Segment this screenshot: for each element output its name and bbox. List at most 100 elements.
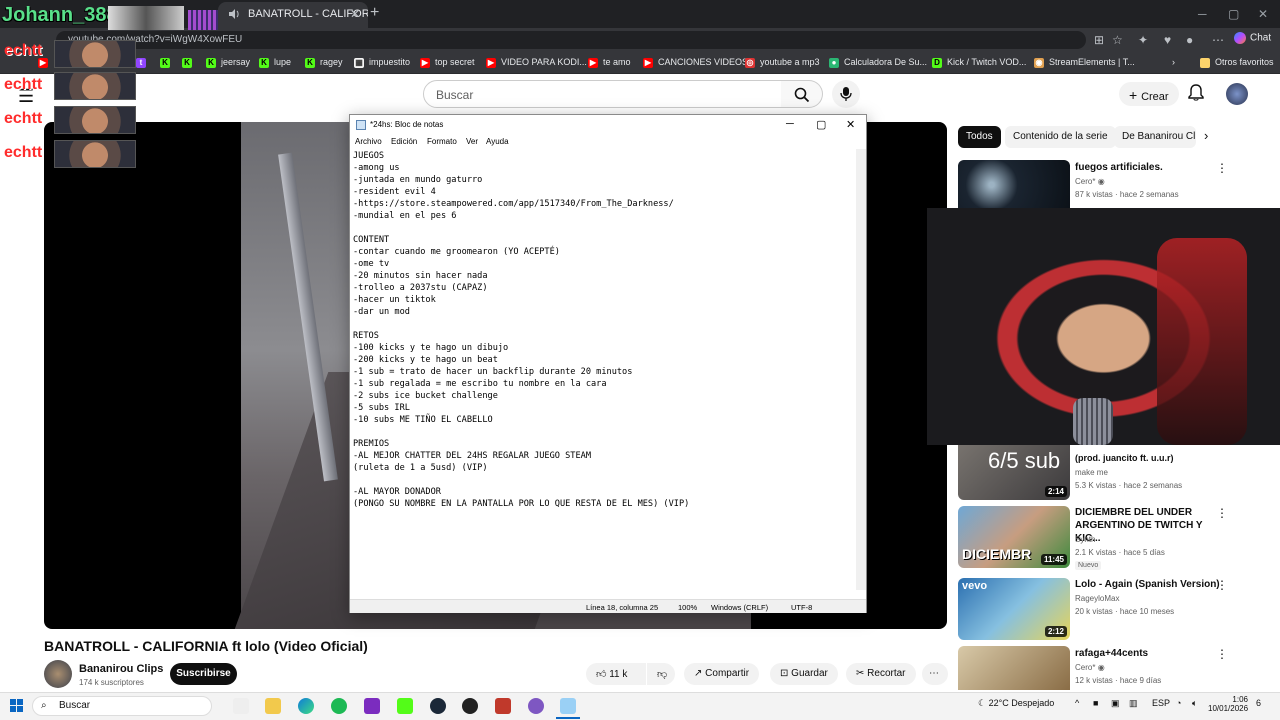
create-button[interactable]: + Crear xyxy=(1119,82,1179,106)
profile-icon[interactable]: ● xyxy=(1186,33,1193,47)
taskbar-search-input[interactable]: ⌕ Buscar xyxy=(32,696,212,716)
voice-search-button[interactable] xyxy=(832,80,860,108)
share-button[interactable]: ↗ Compartir xyxy=(684,663,760,685)
recommendation-thumbnail[interactable]: vevo 2:12 xyxy=(958,578,1070,640)
app-available-icon[interactable]: ⊞ xyxy=(1094,33,1104,47)
chip-series-content[interactable]: Contenido de la serie xyxy=(1005,126,1116,148)
spotify-icon[interactable] xyxy=(331,698,347,714)
recommendation-thumbnail[interactable] xyxy=(958,646,1070,690)
menu-ayuda[interactable]: Ayuda xyxy=(486,137,509,146)
minimize-window-button[interactable]: ─ xyxy=(1198,7,1207,21)
notifications-bell-icon[interactable] xyxy=(1188,84,1204,107)
recommendation-menu-icon[interactable]: ⋮ xyxy=(1216,578,1228,592)
notepad-title: *24hs: Bloc de notas xyxy=(370,120,444,129)
browser-essentials-icon[interactable]: ♥ xyxy=(1164,33,1171,47)
recommendation-channel[interactable]: Cero* ◉ xyxy=(1075,177,1105,186)
tray-app-icon[interactable]: ▥ xyxy=(1129,698,1138,709)
recommendation-channel[interactable]: Synth xyxy=(1075,535,1095,544)
menu-formato[interactable]: Formato xyxy=(427,137,457,146)
bookmark-ragey[interactable]: Kragey xyxy=(305,57,343,68)
menu-archivo[interactable]: Archivo xyxy=(355,137,382,146)
more-actions-icon[interactable]: ⋯ xyxy=(922,663,948,685)
recommendation-menu-icon[interactable]: ⋮ xyxy=(1216,506,1228,520)
recommendation-channel[interactable]: RageyloMax xyxy=(1075,594,1119,603)
recorder-icon[interactable] xyxy=(495,698,511,714)
clip-button[interactable]: ✂ Recortar xyxy=(846,663,916,685)
recommendation-title[interactable]: DICIEMBRE DEL UNDER ARGENTINO DE TWITCH … xyxy=(1075,506,1225,545)
tray-app-icon[interactable]: ■ xyxy=(1093,698,1098,708)
language-indicator[interactable]: ESP xyxy=(1152,698,1170,708)
recommendation-title[interactable]: rafaga+44cents xyxy=(1075,647,1225,660)
speaker-icon[interactable] xyxy=(228,8,242,22)
recommendation-title[interactable]: fuegos artificiales. xyxy=(1075,161,1225,174)
notepad-text-area[interactable]: JUEGOS -among us -juntada en mundo gatur… xyxy=(353,150,853,590)
file-explorer-icon[interactable] xyxy=(265,698,281,714)
bookmark-impuestito[interactable]: ▦ impuestito xyxy=(354,57,410,68)
windows-start-icon[interactable] xyxy=(10,699,23,717)
tray-app-icon[interactable]: ▣ xyxy=(1111,698,1120,709)
tray-overflow-icon[interactable]: ^ xyxy=(1075,698,1079,708)
notepad-minimize-button[interactable]: ─ xyxy=(786,118,794,130)
recommendation-menu-icon[interactable]: ⋮ xyxy=(1216,647,1228,661)
bookmark-canciones[interactable]: ▶ CANCIONES VIDEOS xyxy=(643,57,748,68)
recommendation-thumbnail[interactable]: DICIEMBR 11:45 xyxy=(958,506,1070,568)
overlay-chat-username: Johann_388: xyxy=(2,4,125,26)
search-input[interactable]: Buscar xyxy=(423,80,782,108)
channel-avatar[interactable] xyxy=(44,660,72,688)
close-window-button[interactable]: ✕ xyxy=(1258,7,1268,21)
extensions-icon[interactable]: ✦ xyxy=(1138,33,1148,47)
subscribe-button[interactable]: Suscribirse xyxy=(170,663,237,685)
recommendation-menu-icon[interactable]: ⋮ xyxy=(1216,161,1228,175)
chip-all[interactable]: Todos xyxy=(958,126,1001,148)
copilot-button[interactable]: Chat xyxy=(1234,32,1271,44)
channel-name[interactable]: Bananirou Clips xyxy=(79,663,163,675)
network-icon[interactable]: ◔ xyxy=(1176,698,1181,708)
more-options-icon[interactable]: ⋯ xyxy=(1212,33,1224,47)
recommendation-title[interactable]: Lolo - Again (Spanish Version) xyxy=(1075,578,1225,591)
notepad-close-button[interactable]: ✕ xyxy=(846,118,855,131)
notepad-maximize-button[interactable]: ▢ xyxy=(816,118,826,131)
notepad-window[interactable]: *24hs: Bloc de notas ─ ▢ ✕ Archivo Edici… xyxy=(349,114,867,613)
task-view-icon[interactable] xyxy=(233,698,249,714)
bookmark-kick-twitch-vod[interactable]: D Kick / Twitch VOD... xyxy=(932,57,1026,68)
edge-icon[interactable] xyxy=(298,698,314,714)
share-icon: ↗ xyxy=(694,668,703,679)
notification-center-icon[interactable]: 6 xyxy=(1256,698,1261,708)
menu-ver[interactable]: Ver xyxy=(466,137,478,146)
browser-tab-active[interactable]: BANATROLL - CALIFORNIA ft ✕ xyxy=(218,2,368,28)
obs-icon[interactable] xyxy=(462,698,478,714)
bookmarks-overflow-chevron-icon[interactable]: › xyxy=(1172,57,1175,67)
bookmark-top-secret[interactable]: ▶ top secret xyxy=(420,57,475,68)
bookmark-video-kodi[interactable]: ▶ VIDEO PARA KODI... xyxy=(486,57,587,68)
like-button[interactable]: 👍︎ 11 k xyxy=(586,663,646,685)
bookmark-yt-mp3[interactable]: ◎ youtube a mp3 xyxy=(745,57,820,68)
steam-icon[interactable] xyxy=(430,698,446,714)
weather-widget[interactable]: ☾ 22°C Despejado xyxy=(978,698,1054,709)
recommendation-meta: 87 k vistas · hace 2 semanas xyxy=(1075,190,1179,199)
bookmark-calculadora[interactable]: ● Calculadora De Su... xyxy=(829,57,927,68)
chips-next-chevron-icon[interactable]: › xyxy=(1204,128,1208,143)
notepad-taskbar-icon[interactable] xyxy=(560,698,576,714)
dislike-button[interactable]: 👎︎ xyxy=(647,663,675,685)
recommendation-channel[interactable]: Cero* ◉ xyxy=(1075,663,1105,672)
save-button[interactable]: ⊡ Guardar xyxy=(770,663,838,685)
discord-icon[interactable] xyxy=(528,698,544,714)
chip-from-channel[interactable]: De Bananirou Cl xyxy=(1114,126,1196,148)
maximize-window-button[interactable]: ▢ xyxy=(1228,7,1239,21)
recommendation-thumbnail[interactable]: 6/5 sub 2:14 xyxy=(958,438,1070,500)
kick-icon[interactable] xyxy=(397,698,413,714)
search-button[interactable] xyxy=(781,80,823,108)
menu-edicion[interactable]: Edición xyxy=(391,137,417,146)
clock[interactable]: 1:06 10/01/2026 xyxy=(1208,695,1248,713)
volume-icon[interactable]: 🔈︎ xyxy=(1192,698,1197,709)
tab-close-icon[interactable]: ✕ xyxy=(350,7,360,21)
bookmark-streamelements[interactable]: ◉ StreamElements | T... xyxy=(1034,57,1135,68)
favorite-star-icon[interactable]: ☆ xyxy=(1112,33,1123,47)
new-tab-button[interactable]: + xyxy=(370,4,379,22)
app-icon[interactable] xyxy=(364,698,380,714)
other-bookmarks-folder[interactable]: Otros favoritos xyxy=(1200,57,1274,68)
bookmark-te-amo[interactable]: ▶ te amo xyxy=(588,57,631,68)
recommendation-channel[interactable]: make me xyxy=(1075,468,1108,477)
notepad-vertical-scrollbar[interactable] xyxy=(856,149,866,590)
user-avatar[interactable] xyxy=(1226,83,1248,105)
